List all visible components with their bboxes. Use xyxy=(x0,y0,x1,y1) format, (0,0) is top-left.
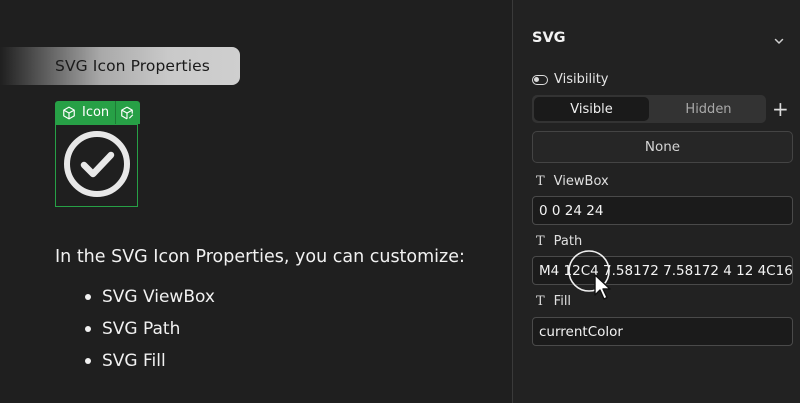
cube-edit-icon[interactable] xyxy=(116,101,138,124)
canvas: SVG Icon Properties Icon In the SVG Icon… xyxy=(0,0,512,403)
list-item: SVG ViewBox xyxy=(85,283,215,315)
icon-selection-tag[interactable]: Icon xyxy=(55,101,140,124)
hidden-option[interactable]: Hidden xyxy=(651,95,766,123)
text-type-icon: T xyxy=(536,234,545,249)
icon-tag-label: Icon xyxy=(82,105,110,120)
path-label-row: T Path xyxy=(536,234,582,249)
visibility-row: Visibility xyxy=(532,72,608,87)
list-item: SVG Fill xyxy=(85,347,215,379)
bullet-dot xyxy=(85,294,91,300)
bullet-dot xyxy=(85,326,91,332)
cube-icon xyxy=(58,101,80,124)
fill-input[interactable]: currentColor xyxy=(532,317,793,346)
viewbox-input[interactable]: 0 0 24 24 xyxy=(532,196,793,225)
text-type-icon: T xyxy=(536,294,545,309)
list-item-label: SVG ViewBox xyxy=(102,287,215,307)
none-button[interactable]: None xyxy=(532,131,793,163)
path-label: Path xyxy=(553,234,583,249)
visibility-segmented-control: Visible Hidden xyxy=(532,95,766,123)
plus-icon[interactable]: + xyxy=(772,99,789,119)
visible-option[interactable]: Visible xyxy=(534,97,649,121)
selected-icon-frame[interactable] xyxy=(55,124,138,207)
list-item-label: SVG Fill xyxy=(102,351,166,371)
text-type-icon: T xyxy=(536,174,545,189)
path-input[interactable]: M4 12C4 7.58172 7.58172 4 12 4C16.4183 4… xyxy=(532,256,793,285)
fill-label: Fill xyxy=(553,294,572,309)
toggle-icon[interactable] xyxy=(532,74,548,85)
check-circle-icon xyxy=(61,128,133,204)
viewbox-label: ViewBox xyxy=(553,174,609,189)
properties-pill: SVG Icon Properties xyxy=(0,47,240,85)
list-item-label: SVG Path xyxy=(102,319,181,339)
properties-pill-label: SVG Icon Properties xyxy=(55,57,210,75)
properties-panel: SVG Visibility Visible Hidden + None T V… xyxy=(512,0,800,403)
intro-text: In the SVG Icon Properties, you can cust… xyxy=(55,247,465,267)
visibility-label: Visibility xyxy=(554,72,609,87)
list-item: SVG Path xyxy=(85,315,215,347)
bullet-dot xyxy=(85,358,91,364)
chevron-down-icon[interactable] xyxy=(772,33,786,47)
feature-list: SVG ViewBox SVG Path SVG Fill xyxy=(85,283,215,379)
fill-label-row: T Fill xyxy=(536,294,571,309)
panel-title: SVG xyxy=(532,30,566,46)
viewbox-label-row: T ViewBox xyxy=(536,174,609,189)
